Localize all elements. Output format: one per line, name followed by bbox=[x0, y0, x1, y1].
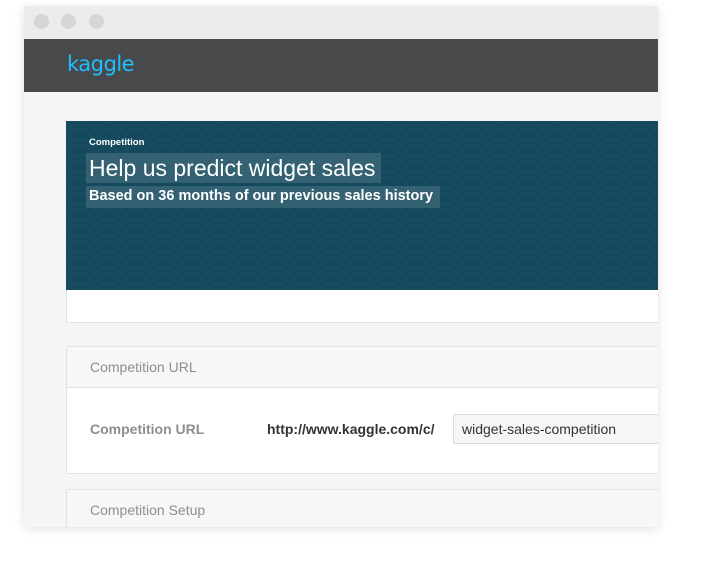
panel-header: Competition Setup bbox=[67, 490, 658, 527]
competition-url-panel: Competition URL Competition URL http://w… bbox=[66, 346, 658, 474]
competition-kicker: Competition bbox=[89, 137, 145, 148]
window-titlebar bbox=[24, 6, 658, 39]
kaggle-logo[interactable]: kaggle bbox=[67, 50, 135, 78]
competition-setup-panel: Competition Setup bbox=[66, 489, 658, 527]
panel-header: Competition URL bbox=[67, 347, 658, 388]
panel-title: Competition Setup bbox=[90, 502, 206, 518]
competition-title: Help us predict widget sales bbox=[86, 153, 382, 183]
competition-header-card: Competition Help us predict widget sales… bbox=[66, 121, 658, 323]
panel-title: Competition URL bbox=[90, 359, 197, 375]
competition-subtitle: Based on 36 months of our previous sales… bbox=[86, 186, 441, 208]
competition-slug-input[interactable] bbox=[453, 414, 658, 444]
competition-banner: Competition Help us predict widget sales… bbox=[66, 121, 658, 290]
window-minimize-dot[interactable] bbox=[61, 14, 76, 29]
main-content: Competition Help us predict widget sales… bbox=[24, 92, 658, 527]
window-maximize-dot[interactable] bbox=[89, 14, 104, 29]
browser-window: kaggle Competition Help us predict widge… bbox=[24, 6, 658, 527]
top-navbar: kaggle bbox=[24, 39, 658, 92]
competition-url-label: Competition URL bbox=[90, 421, 205, 437]
window-close-dot[interactable] bbox=[34, 14, 49, 29]
url-prefix: http://www.kaggle.com/c/ bbox=[267, 421, 435, 437]
